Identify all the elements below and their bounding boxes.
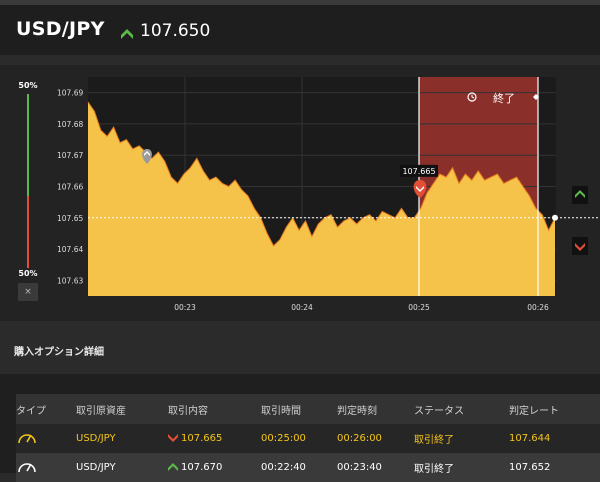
details-table-panel: タイプ 取引原資産 取引内容 取引時間 判定時刻 ステータス 判定レート USD… bbox=[0, 374, 600, 482]
end-label: 終了 bbox=[493, 91, 515, 105]
judge-time-cell: 00:23:40 bbox=[337, 453, 414, 482]
column-header: 取引内容 bbox=[168, 394, 261, 424]
judge-rate-cell: 107.652 bbox=[509, 453, 600, 482]
y-axis: 107.69 107.68 107.67 107.66 107.65 107.64 107.… bbox=[57, 89, 83, 286]
details-title: 購入オプション詳細 bbox=[14, 347, 104, 358]
table-header-row: タイプ 取引原資産 取引内容 取引時間 判定時刻 ステータス 判定レート bbox=[16, 394, 600, 424]
column-header: タイプ bbox=[16, 394, 76, 424]
up-arrow-icon bbox=[121, 29, 133, 39]
table-row[interactable]: USD/JPY 107.670 00:22:40 00:23:40 取引終了 1… bbox=[16, 453, 600, 482]
column-header: ステータス bbox=[414, 394, 509, 424]
gauge-icon bbox=[18, 434, 36, 444]
asset-cell: USD/JPY bbox=[76, 424, 168, 453]
judge-rate-cell: 107.644 bbox=[509, 424, 600, 453]
y-tick-label: 107.67 bbox=[57, 151, 83, 160]
y-tick-label: 107.68 bbox=[57, 120, 83, 129]
current-rate: 107.650 bbox=[140, 21, 211, 41]
y-tick-label: 107.64 bbox=[57, 245, 83, 254]
judge-time-cell: 00:26:00 bbox=[337, 424, 414, 453]
x-axis: 00:23 00:24 00:25 00:26 bbox=[174, 303, 549, 312]
price-badge-text: 107.665 bbox=[402, 167, 435, 176]
gauge-icon bbox=[18, 463, 36, 473]
x-tick-label: 00:24 bbox=[291, 303, 313, 312]
column-header: 判定時刻 bbox=[337, 394, 414, 424]
y-tick-label: 107.65 bbox=[57, 214, 83, 223]
column-header: 判定レート bbox=[509, 394, 600, 424]
y-tick-label: 107.69 bbox=[57, 89, 83, 98]
column-header: 取引時間 bbox=[261, 394, 337, 424]
trade-time-cell: 00:22:40 bbox=[261, 453, 337, 482]
details-table: タイプ 取引原資産 取引内容 取引時間 判定時刻 ステータス 判定レート USD… bbox=[16, 394, 600, 482]
y-tick-label: 107.66 bbox=[57, 183, 83, 192]
high-button[interactable] bbox=[572, 186, 588, 204]
current-rate-dot bbox=[552, 214, 558, 221]
down-arrow-icon bbox=[168, 434, 178, 442]
status-cell: 取引終了 bbox=[414, 424, 509, 453]
entry-rate-cell: 107.665 bbox=[181, 433, 223, 444]
currency-pair-title: USD/JPY bbox=[16, 18, 105, 40]
entry-rate-cell: 107.670 bbox=[181, 462, 223, 473]
trade-time-cell: 00:25:00 bbox=[261, 424, 337, 453]
low-button[interactable] bbox=[572, 237, 588, 255]
table-row[interactable]: USD/JPY 107.665 00:25:00 00:26:00 取引終了 1… bbox=[16, 424, 600, 453]
x-tick-label: 00:23 bbox=[174, 303, 196, 312]
column-header: 取引原資産 bbox=[76, 394, 168, 424]
status-cell: 取引終了 bbox=[414, 453, 509, 482]
up-arrow-icon bbox=[168, 463, 178, 471]
header: USD/JPY 107.650 bbox=[0, 5, 600, 55]
x-tick-label: 00:26 bbox=[527, 303, 549, 312]
separator bbox=[0, 55, 600, 65]
y-tick-label: 107.63 bbox=[57, 276, 83, 285]
asset-cell: USD/JPY bbox=[76, 453, 168, 482]
x-tick-label: 00:25 bbox=[408, 303, 430, 312]
price-chart: 107.69 107.68 107.67 107.66 107.65 107.64 107.… bbox=[57, 77, 600, 312]
